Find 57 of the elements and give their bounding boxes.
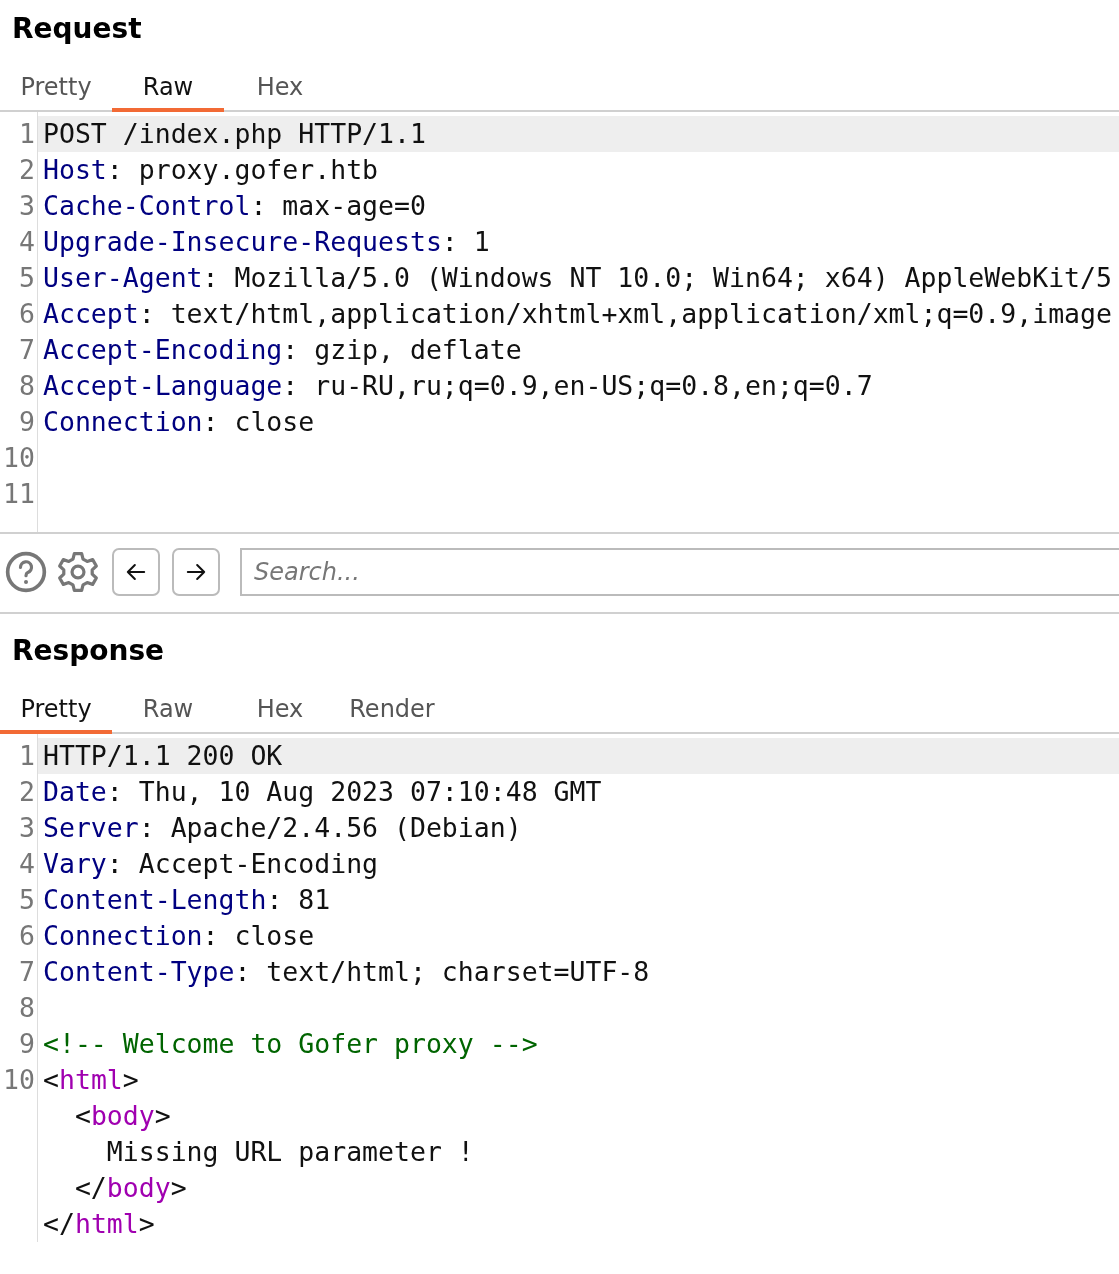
- code-line: Content-Type: text/html; charset=UTF-8: [43, 955, 650, 989]
- view-tab[interactable]: Raw: [112, 68, 224, 112]
- line-number: 7: [19, 956, 35, 987]
- view-tab[interactable]: Pretty: [0, 690, 112, 734]
- code-line: Vary: Accept-Encoding: [43, 847, 379, 881]
- code-line: POST /index.php HTTP/1.1: [43, 117, 426, 151]
- code-line: <body>: [74, 1099, 171, 1133]
- code-line: Host: proxy.gofer.htb: [43, 153, 379, 187]
- line-number: 9: [19, 1028, 35, 1059]
- line-number: 10: [3, 1064, 35, 1095]
- code-line: <html>: [43, 1063, 139, 1097]
- line-number: 4: [19, 848, 35, 879]
- forward-button[interactable]: [172, 548, 220, 596]
- code-line: Date: Thu, 10 Aug 2023 07:10:48 GMT: [43, 775, 602, 809]
- line-number: 1: [19, 118, 35, 149]
- view-tab[interactable]: Hex: [224, 68, 336, 112]
- code-line: Upgrade-Insecure-Requests: 1: [43, 225, 490, 259]
- code-line: Cache-Control: max-age=0: [43, 189, 426, 223]
- settings-icon[interactable]: [56, 550, 100, 594]
- view-tab[interactable]: Pretty: [0, 68, 112, 112]
- help-icon[interactable]: [4, 550, 48, 594]
- line-number: 11: [3, 478, 35, 509]
- back-button[interactable]: [112, 548, 160, 596]
- code-line: Content-Length: 81: [43, 883, 331, 917]
- line-number: 9: [19, 406, 35, 437]
- code-line: Server: Apache/2.4.56 (Debian): [43, 811, 522, 845]
- code-line: HTTP/1.1 200 OK: [43, 739, 283, 773]
- line-number: 8: [19, 370, 35, 401]
- line-number: 10: [3, 442, 35, 473]
- line-number: 3: [19, 812, 35, 843]
- line-number: 5: [19, 262, 35, 293]
- code-line: Accept-Language: ru-RU,ru;q=0.9,en-US;q=0.8,en;q=0.7: [43, 369, 873, 403]
- code-line: <!-- Welcome to Gofer proxy -->: [43, 1027, 538, 1061]
- code-line: User-Agent: Mozilla/5.0 (Windows NT 10.0; Win64; x64) AppleWebKit/5: [43, 261, 1112, 295]
- line-number: 2: [19, 776, 35, 807]
- line-number: 6: [19, 920, 35, 951]
- line-number: 2: [19, 154, 35, 185]
- line-number: 8: [19, 992, 35, 1023]
- view-tab[interactable]: Raw: [112, 690, 224, 734]
- view-tab[interactable]: Hex: [224, 690, 336, 734]
- code-line: Accept: text/html,application/xhtml+xml,application/xml;q=0.9,image: [43, 297, 1112, 331]
- line-number: 5: [19, 884, 35, 915]
- line-number: 1: [19, 740, 35, 771]
- code-line: </html>: [43, 1207, 155, 1241]
- line-number: 7: [19, 334, 35, 365]
- search-field[interactable]: Search...: [240, 548, 1119, 596]
- line-number: 6: [19, 298, 35, 329]
- view-tab[interactable]: Render: [336, 690, 448, 734]
- code-line: Connection: close: [43, 405, 315, 439]
- panel-title: Request: [11, 11, 143, 47]
- code-line: Accept-Encoding: gzip, deflate: [43, 333, 522, 367]
- line-number: 4: [19, 226, 35, 257]
- line-number: 3: [19, 190, 35, 221]
- code-line: Connection: close: [43, 919, 315, 953]
- panel-title: Response: [11, 633, 166, 669]
- code-line: </body>: [74, 1171, 187, 1205]
- code-line: Missing URL parameter !: [106, 1135, 474, 1169]
